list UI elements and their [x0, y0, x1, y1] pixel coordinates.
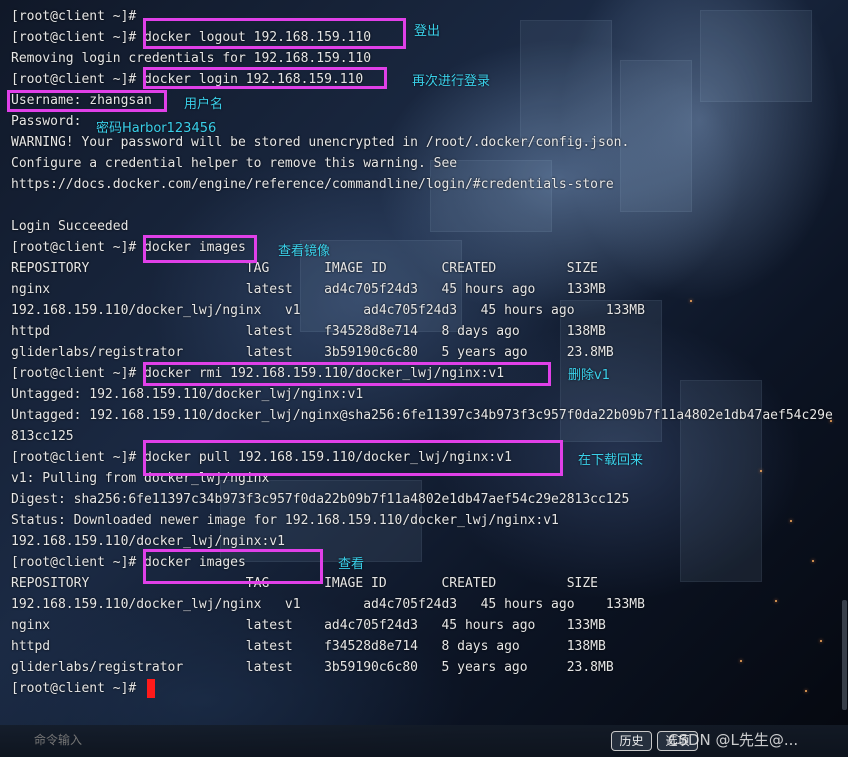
- annotation-relogin: 再次进行登录: [412, 74, 491, 89]
- highlight-box-username: [7, 90, 167, 112]
- terminal-scrollbar[interactable]: [842, 600, 847, 710]
- annotation-pull: 在下载回来: [578, 453, 644, 468]
- terminal-line: 813cc125: [11, 429, 74, 444]
- terminal-line: [root@client ~]#: [11, 681, 137, 696]
- command-input[interactable]: [34, 733, 534, 747]
- terminal-line: Digest: sha256:6fe11397c34b973f3c957f0da…: [11, 492, 630, 507]
- terminal-line: Removing login credentials for 192.168.1…: [11, 51, 372, 66]
- annotation-logout: 登出: [414, 24, 441, 39]
- terminal-line: https://docs.docker.com/engine/reference…: [11, 177, 614, 192]
- terminal-cursor: [147, 679, 155, 698]
- annotation-password: 密码Harbor123456: [96, 121, 217, 136]
- csdn-watermark: CSDN @L先生@...: [668, 731, 799, 749]
- terminal-line: Password:: [11, 114, 82, 129]
- terminal-line: [root@client ~]#: [11, 9, 137, 24]
- highlight-box-logout: [143, 18, 406, 49]
- terminal-line: REPOSITORY TAG IMAGE ID CREATED SIZE: [11, 261, 598, 276]
- highlight-box-images-2: [143, 549, 323, 584]
- terminal-line: httpd latest f34528d8e714 8 days ago 138…: [11, 324, 606, 339]
- terminal-line: Status: Downloaded newer image for 192.1…: [11, 513, 559, 528]
- terminal-line: nginx latest ad4c705f24d3 45 hours ago 1…: [11, 282, 606, 297]
- terminal-line: Untagged: 192.168.159.110/docker_lwj/ngi…: [11, 387, 364, 402]
- terminal-line: nginx latest ad4c705f24d3 45 hours ago 1…: [11, 618, 606, 633]
- terminal-line: 192.168.159.110/docker_lwj/nginx v1 ad4c…: [11, 303, 645, 318]
- terminal-line: Configure a credential helper to remove …: [11, 156, 458, 171]
- highlight-box-rmi: [143, 362, 551, 386]
- annotation-images: 查看镜像: [278, 244, 331, 259]
- terminal-line: httpd latest f34528d8e714 8 days ago 138…: [11, 639, 606, 654]
- annotation-username: 用户名: [184, 97, 224, 112]
- highlight-box-login: [143, 67, 387, 89]
- terminal-line: Untagged: 192.168.159.110/docker_lwj/ngi…: [11, 408, 833, 423]
- terminal-line: gliderlabs/registrator latest 3b59190c6c…: [11, 660, 614, 675]
- terminal-line: 192.168.159.110/docker_lwj/nginx v1 ad4c…: [11, 597, 645, 612]
- highlight-box-images: [143, 235, 257, 263]
- annotation-images-2: 查看: [338, 557, 365, 572]
- highlight-box-pull: [143, 440, 563, 476]
- history-button[interactable]: 历史: [611, 731, 652, 751]
- terminal-line: Login Succeeded: [11, 219, 129, 234]
- annotation-rmi: 删除v1: [568, 368, 610, 383]
- terminal-line: gliderlabs/registrator latest 3b59190c6c…: [11, 345, 614, 360]
